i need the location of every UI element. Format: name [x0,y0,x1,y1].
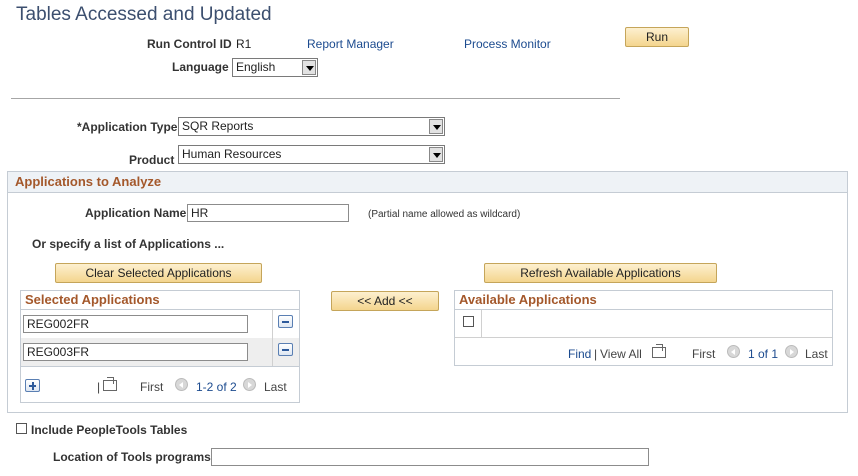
application-type-label: *Application Type [77,120,178,134]
divider [11,98,620,99]
zoom-icon[interactable] [652,344,666,358]
find-link[interactable]: Find [568,347,591,361]
nav-last[interactable]: Last [264,380,287,394]
language-label: Language [172,60,229,74]
add-button[interactable]: << Add << [331,291,439,311]
selected-applications-title: Selected Applications [25,292,160,307]
zoom-icon[interactable] [103,377,117,391]
nav-range: 1-2 of 2 [196,380,237,394]
column-divider [272,310,273,366]
nav-last[interactable]: Last [805,347,828,361]
application-name-label: Application Name [85,206,187,220]
available-application-checkbox[interactable] [463,316,474,327]
nav-first[interactable]: First [692,347,715,361]
pipe-separator: | [594,347,598,361]
chevron-down-icon[interactable] [429,147,443,162]
delete-row-icon[interactable] [278,315,293,328]
run-control-label: Run Control ID [147,37,232,51]
grid-divider [455,309,832,310]
refresh-available-applications-button[interactable]: Refresh Available Applications [484,263,717,283]
column-divider [481,310,482,337]
pipe-separator: | [97,380,101,394]
or-specify-label: Or specify a list of Applications ... [32,237,225,251]
product-label: Product [129,153,175,167]
nav-range: 1 of 1 [748,347,779,361]
section-title: Applications to Analyze [15,174,162,189]
product-select[interactable]: Human Resources [178,145,445,164]
product-value: Human Resources [182,147,282,161]
delete-row-icon[interactable] [278,343,293,356]
language-value: English [236,60,276,74]
clear-selected-applications-button[interactable]: Clear Selected Applications [55,263,262,283]
include-peopletools-label: Include PeopleTools Tables [31,423,188,437]
chevron-down-icon[interactable] [429,119,443,134]
run-control-value: R1 [236,37,252,51]
chevron-down-icon[interactable] [302,60,316,75]
add-row-icon[interactable] [25,379,40,392]
previous-icon[interactable] [727,345,740,358]
grid-divider [455,337,832,338]
location-tools-label: Location of Tools programs [53,450,211,464]
next-icon[interactable] [243,378,256,391]
section-header: Applications to Analyze [8,172,847,193]
next-icon[interactable] [785,345,798,358]
language-select[interactable]: English [232,58,318,77]
available-applications-title: Available Applications [459,292,597,307]
selected-application-field[interactable]: REG002FR [23,315,248,333]
application-type-value: SQR Reports [182,119,254,133]
application-type-select[interactable]: SQR Reports [178,117,445,136]
run-button[interactable]: Run [625,27,689,47]
process-monitor-link[interactable]: Process Monitor [464,37,551,51]
include-peopletools-checkbox[interactable] [16,423,27,434]
application-name-hint: (Partial name allowed as wildcard) [368,209,521,220]
grid-divider [21,366,299,367]
previous-icon[interactable] [175,378,188,391]
selected-application-field[interactable]: REG003FR [23,343,248,361]
application-name-input[interactable]: HR [187,204,349,222]
page-title: Tables Accessed and Updated [16,4,272,25]
view-all-link[interactable]: View All [600,347,642,361]
nav-first[interactable]: First [140,380,163,394]
location-tools-input[interactable] [211,448,649,466]
report-manager-link[interactable]: Report Manager [307,37,394,51]
